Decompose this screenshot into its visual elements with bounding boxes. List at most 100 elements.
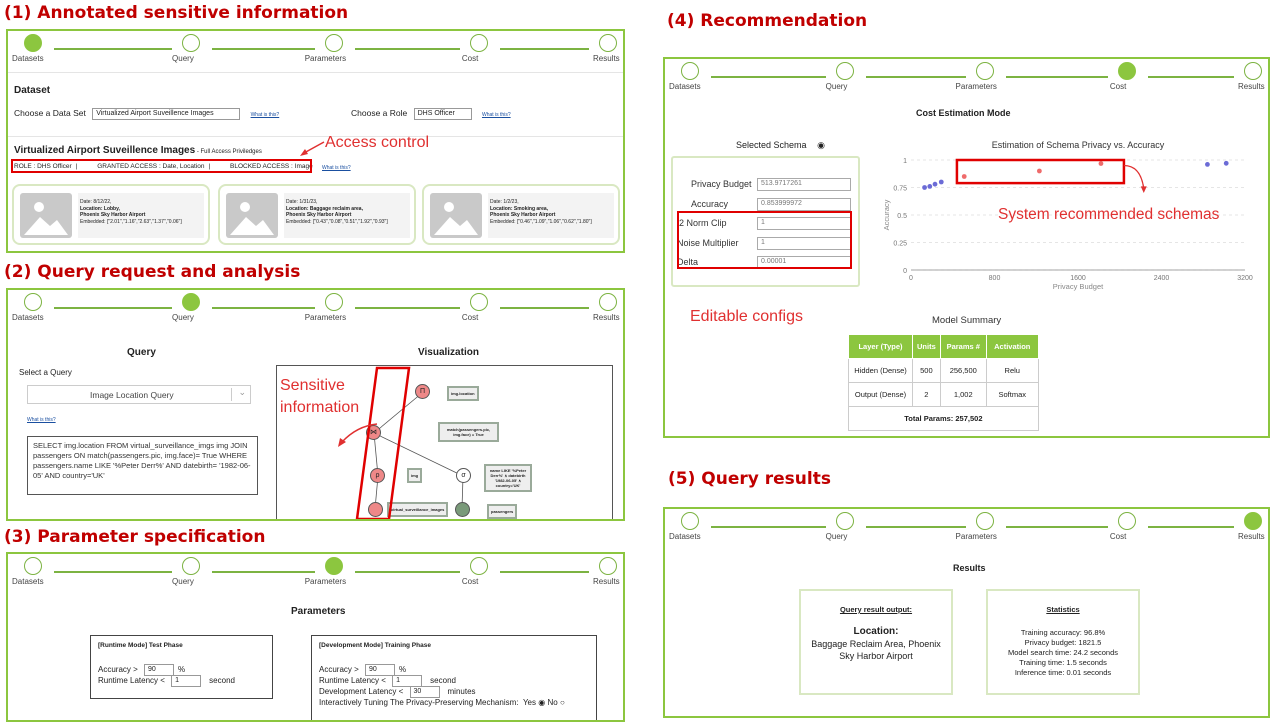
step-results-circle[interactable] xyxy=(599,293,617,311)
step-query-label: Query xyxy=(825,532,848,541)
editable-annotation: Editable configs xyxy=(690,308,803,325)
panel-dataset: Datasets Query Parameters Cost Results Datas… xyxy=(6,29,625,253)
config-label: Privacy Budget xyxy=(691,179,752,189)
data-point[interactable] xyxy=(927,184,933,189)
step-datasets-circle[interactable] xyxy=(24,557,42,575)
stepper: Datasets Query Parameters Cost Results xyxy=(665,59,1268,95)
sql-box[interactable]: SELECT img.location FROM virtual_surveil… xyxy=(27,436,258,495)
yes-radio[interactable]: ◉ xyxy=(538,698,545,707)
step-cost-circle[interactable] xyxy=(1117,62,1136,80)
result-output-box: Query result output: Location: Baggage R… xyxy=(799,589,953,695)
x-tick-label: 1600 xyxy=(1070,275,1086,282)
dev-latency-label: Development Latency < xyxy=(319,687,404,697)
step-cost-label: Cost xyxy=(461,313,479,322)
data-point[interactable] xyxy=(1098,161,1104,166)
step-results-circle[interactable] xyxy=(1244,62,1262,80)
access-control-annotation: Access control xyxy=(325,134,430,151)
step-cost-circle[interactable] xyxy=(469,293,488,311)
data-point[interactable] xyxy=(1223,160,1229,166)
no-radio[interactable]: ○ xyxy=(560,698,565,707)
step-parameters-label: Parameters xyxy=(955,532,997,541)
step-query-label: Query xyxy=(172,313,194,322)
step-query-circle[interactable] xyxy=(835,512,854,530)
data-point[interactable] xyxy=(938,179,944,185)
stepper-connector xyxy=(354,307,460,309)
privacy-accuracy-chart: Estimation of Schema Privacy vs. Accurac… xyxy=(875,138,1265,298)
step-query-circle[interactable] xyxy=(835,62,854,80)
data-point[interactable] xyxy=(1205,162,1210,167)
step-datasets-label: Datasets xyxy=(12,577,44,586)
statistics-box: Statistics Training accuracy: 96.8% Priva… xyxy=(986,589,1140,695)
step-query-circle[interactable] xyxy=(182,34,201,52)
table-row: Output (Dense) 2 1,002 Softmax xyxy=(848,382,1039,407)
stat-line: Training accuracy: 96.8% xyxy=(1020,628,1106,637)
results-heading: Results xyxy=(953,563,986,573)
step-results-label: Results xyxy=(593,577,620,586)
editable-highlight xyxy=(677,211,852,269)
step-results-circle[interactable] xyxy=(1244,512,1262,530)
step-datasets-label: Datasets xyxy=(12,54,44,63)
step-results-circle[interactable] xyxy=(599,557,617,575)
config-input[interactable]: 513.9717261 xyxy=(757,178,851,191)
step-parameters-circle[interactable] xyxy=(975,62,994,80)
schema-radio[interactable]: ◉ xyxy=(817,140,825,150)
dataset-select[interactable]: Virtualized Airport Suveillence Images xyxy=(92,108,241,120)
data-point[interactable] xyxy=(961,174,967,179)
choose-dataset-label: Choose a Data Set xyxy=(14,108,86,119)
statistics-title: Statistics xyxy=(1046,605,1080,614)
step-cost-circle[interactable] xyxy=(469,557,488,575)
dev-latency-input[interactable]: 30 xyxy=(409,686,440,698)
step-datasets-circle[interactable] xyxy=(681,62,699,80)
step-datasets-circle[interactable] xyxy=(24,293,42,311)
stepper: Datasets Query Parameters Cost Results xyxy=(665,509,1268,545)
what-is-this-link[interactable]: What is this? xyxy=(251,112,280,118)
what-is-this-link[interactable]: What is this? xyxy=(482,112,511,118)
stepper-connector xyxy=(711,76,826,78)
data-point[interactable] xyxy=(932,181,938,187)
query-select[interactable]: Image Location Query ⌄ xyxy=(27,385,251,404)
role-select[interactable]: DHS Officer xyxy=(413,108,472,120)
stepper-connector xyxy=(54,571,173,573)
stepper-connector xyxy=(212,571,315,573)
panel5-title: (5) Query results xyxy=(668,469,831,489)
runtime-latency-input[interactable]: 1 xyxy=(171,675,202,687)
step-results-label: Results xyxy=(1238,82,1265,91)
step-parameters-circle[interactable] xyxy=(975,512,994,530)
step-datasets-circle[interactable] xyxy=(24,34,42,52)
stepper-connector xyxy=(499,307,589,309)
stepper: Datasets Query Parameters Cost Results xyxy=(8,31,623,67)
step-datasets-circle[interactable] xyxy=(681,512,699,530)
runtime-latency-label: Runtime Latency < xyxy=(319,676,386,686)
stepper-connector xyxy=(1147,76,1234,78)
step-query-circle[interactable] xyxy=(182,293,201,311)
stepper: Datasets Query Parameters Cost Results xyxy=(8,554,623,590)
table-header: Layer (Type) xyxy=(848,334,913,359)
step-results-circle[interactable] xyxy=(599,34,617,52)
step-cost-circle[interactable] xyxy=(469,34,488,52)
stepper-connector xyxy=(499,48,589,50)
image-card[interactable]: Date: 8/12/22, Location: Lobby, Phoenix S… xyxy=(12,184,210,245)
step-parameters-circle[interactable] xyxy=(324,557,343,575)
data-point[interactable] xyxy=(922,185,927,190)
what-is-this-link[interactable]: What is this? xyxy=(322,165,351,171)
x-tick-label: 3200 xyxy=(1237,275,1253,282)
x-axis-label: Privacy Budget xyxy=(1053,282,1104,291)
runtime-latency-label: Runtime Latency < xyxy=(98,676,165,686)
table-header: Units xyxy=(912,334,941,359)
image-placeholder-icon xyxy=(430,193,482,238)
minutes-unit: minutes xyxy=(447,687,476,697)
data-point[interactable] xyxy=(1036,168,1042,174)
recommended-annotation: System recommended schemas xyxy=(998,206,1220,223)
step-parameters-circle[interactable] xyxy=(324,293,343,311)
config-input[interactable]: 0.853999972 xyxy=(757,197,851,211)
step-cost-circle[interactable] xyxy=(1117,512,1136,530)
what-is-this-link[interactable]: What is this? xyxy=(27,417,56,423)
percent-unit: % xyxy=(178,665,186,675)
image-card[interactable]: Date: 1/31/23, Location: Baggage reclaim … xyxy=(218,184,416,245)
step-query-circle[interactable] xyxy=(182,557,201,575)
visualization-heading: Visualization xyxy=(418,347,479,358)
model-summary-title: Model Summary xyxy=(932,315,1002,326)
stat-line: Inference time: 0.01 seconds xyxy=(1014,668,1112,677)
step-parameters-circle[interactable] xyxy=(324,34,343,52)
image-card[interactable]: Date: 1/2/23, Location: Smoking area, Pho… xyxy=(422,184,620,245)
